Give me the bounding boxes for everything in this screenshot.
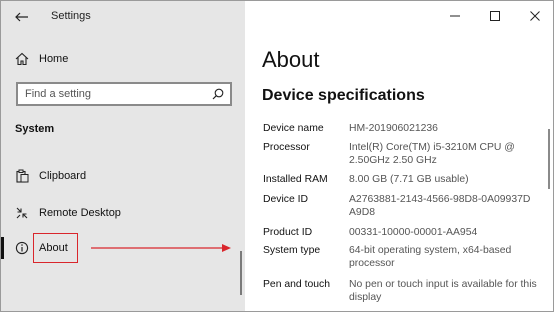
close-button[interactable] [515, 1, 553, 31]
spec-key: Pen and touch [263, 279, 331, 290]
maximize-icon [490, 11, 500, 21]
spec-key: Device name [263, 123, 324, 134]
search-box[interactable] [16, 82, 232, 106]
minimize-button[interactable] [435, 1, 475, 31]
nav-item-clipboard[interactable]: Clipboard [1, 161, 245, 191]
spec-value: Intel(R) Core(TM) i5-3210M CPU @ 2.50GHz… [349, 142, 515, 166]
device-specifications-heading: Device specifications [262, 87, 425, 104]
content-pane: About Device specifications Device name … [245, 1, 553, 311]
annotation-arrow-icon [91, 244, 231, 252]
home-icon [13, 50, 31, 68]
content-scrollbar[interactable] [548, 129, 550, 189]
nav-item-home-label: Home [39, 53, 69, 65]
search-icon[interactable] [212, 88, 224, 100]
clipboard-icon [13, 167, 31, 185]
spec-key: Device ID [263, 194, 309, 205]
spec-key: System type [263, 245, 321, 256]
search-input[interactable] [18, 88, 203, 100]
spec-value: 8.00 GB (7.71 GB usable) [349, 174, 469, 185]
maximize-button[interactable] [475, 1, 515, 31]
highlight-box [33, 233, 78, 263]
close-icon [530, 11, 540, 21]
nav-item-remote-desktop[interactable]: Remote Desktop [1, 198, 245, 228]
spec-key: Installed RAM [263, 174, 328, 185]
spec-value: A2763881-2143-4566-98D8-0A09937D A9D8 [349, 194, 531, 218]
window-controls [435, 1, 553, 31]
spec-value: HM-201906021236 [349, 123, 438, 134]
nav-item-remote-desktop-label: Remote Desktop [39, 207, 121, 219]
app-title: Settings [51, 10, 91, 22]
minimize-icon [450, 15, 460, 17]
back-arrow-icon [15, 12, 28, 22]
info-icon [13, 239, 31, 257]
spec-value: No pen or touch input is available for t… [349, 279, 537, 303]
settings-window: Settings Home System [0, 0, 554, 312]
nav-scrollbar[interactable] [240, 251, 242, 295]
spec-value: 64-bit operating system, x64-based proce… [349, 245, 512, 269]
title-bar: Settings [1, 1, 245, 33]
spec-value: 00331-10000-00001-AA954 [349, 227, 478, 238]
remote-desktop-icon [13, 204, 31, 222]
page-title: About [262, 47, 320, 72]
nav-item-home[interactable]: Home [1, 44, 245, 74]
back-button[interactable] [9, 6, 35, 28]
navigation-pane: Settings Home System [1, 1, 245, 311]
section-title-system: System [15, 123, 55, 135]
spec-key: Processor [263, 142, 310, 153]
spec-key: Product ID [263, 227, 313, 238]
nav-item-clipboard-label: Clipboard [39, 170, 87, 182]
